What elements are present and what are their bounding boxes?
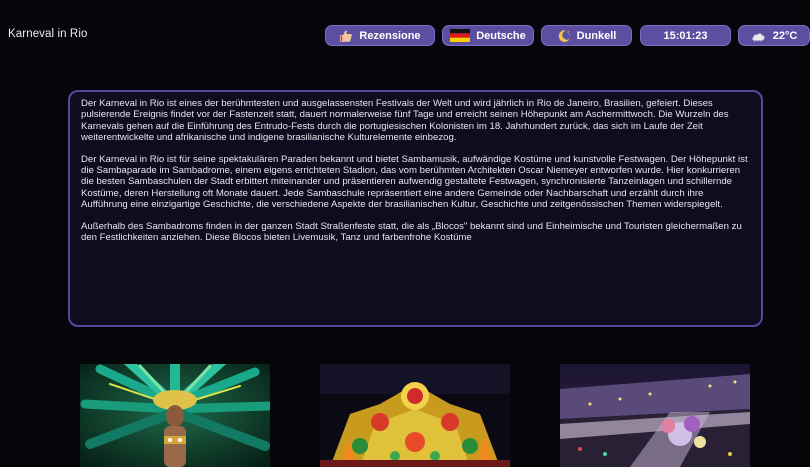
weather-temp: 22°C	[772, 29, 798, 42]
weather-button[interactable]: 22°C	[738, 25, 810, 46]
language-button-label: Deutsche	[476, 29, 526, 42]
thumbs-up-icon	[339, 29, 353, 43]
theme-toggle-button[interactable]: Dunkell	[541, 25, 632, 46]
article-text-panel[interactable]: Der Karneval in Rio ist eines der berühm…	[68, 90, 763, 327]
article-paragraph: Der Karneval in Rio ist für seine spekta…	[81, 153, 748, 211]
clock-display: 15:01:23	[640, 25, 731, 46]
cloud-icon	[751, 30, 767, 42]
language-button[interactable]: Deutsche	[442, 25, 534, 46]
article-paragraph: Der Karneval in Rio ist eines der berühm…	[81, 98, 729, 144]
clock-time: 15:01:23	[663, 29, 708, 42]
carnival-float-photo[interactable]	[320, 364, 510, 467]
moon-icon	[557, 29, 571, 43]
german-flag-icon	[450, 29, 471, 42]
review-button-label: Rezensione	[359, 29, 421, 42]
sambadrome-parade-photo[interactable]	[560, 364, 750, 467]
feathered-dancer-photo[interactable]	[80, 364, 270, 467]
page-title: Karneval in Rio	[8, 28, 88, 40]
article-paragraph: Außerhalb des Sambadroms finden in der g…	[81, 220, 742, 244]
theme-toggle-label: Dunkell	[576, 29, 617, 42]
review-button[interactable]: Rezensione	[325, 25, 435, 46]
top-bar: Karneval in Rio Rezensione Deutsche Dunk…	[0, 0, 810, 68]
